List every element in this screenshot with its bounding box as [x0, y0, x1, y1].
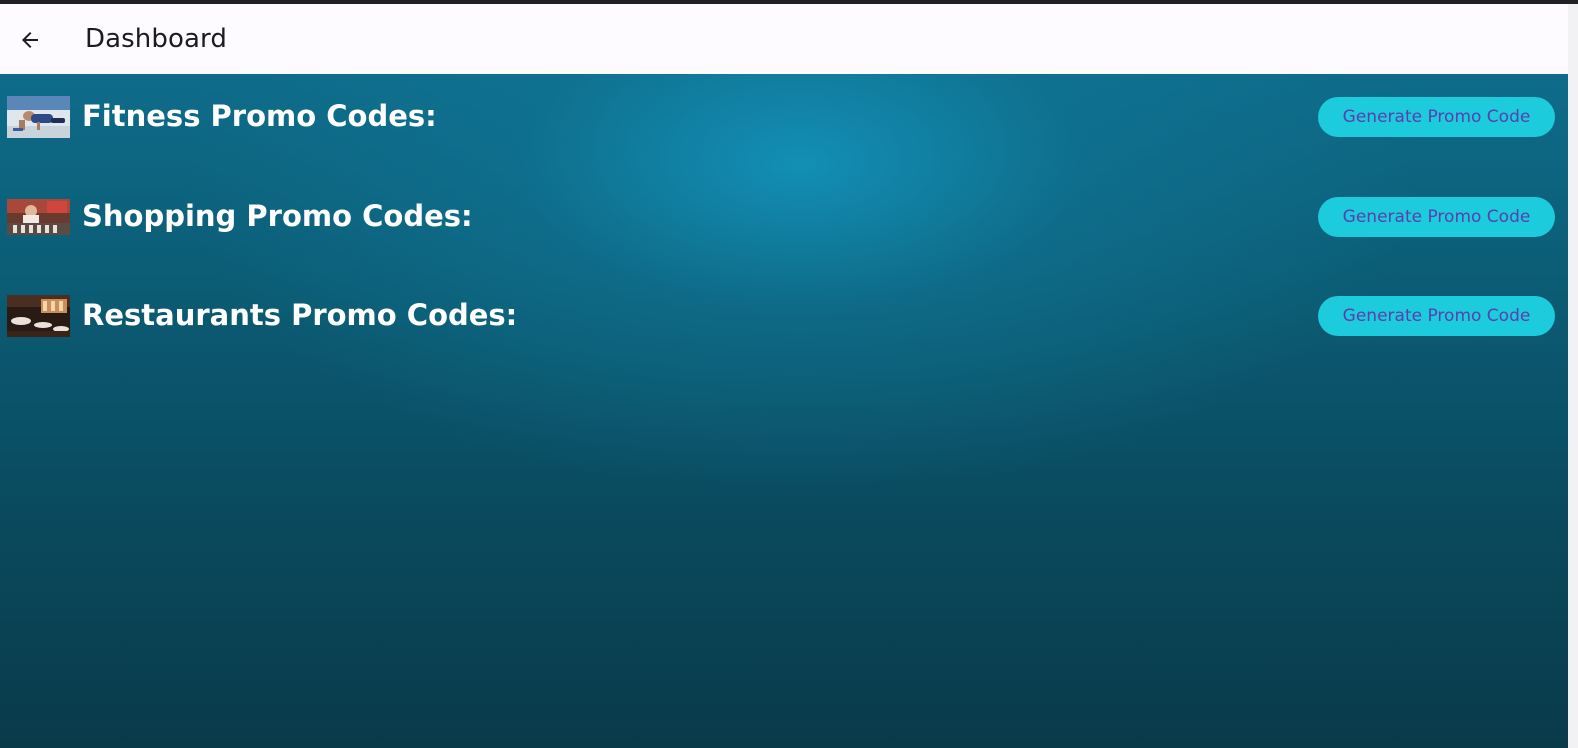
promo-row-restaurants: Restaurants Promo Codes: Generate Promo …: [0, 295, 1568, 339]
fitness-promo-label: Fitness Promo Codes:: [82, 99, 437, 133]
generate-shopping-promo-button[interactable]: Generate Promo Code: [1318, 197, 1555, 237]
generate-restaurants-promo-button[interactable]: Generate Promo Code: [1318, 296, 1555, 336]
promo-row-shopping: Shopping Promo Codes: Generate Promo Cod…: [0, 196, 1568, 240]
window-right-edge: [1568, 4, 1578, 748]
shopping-thumbnail: [7, 199, 70, 235]
fitness-thumbnail: [7, 96, 70, 138]
dashboard-content: Fitness Promo Codes: Generate Promo Code: [0, 74, 1568, 748]
restaurant-thumbnail: [7, 295, 70, 337]
page-title: Dashboard: [85, 24, 227, 54]
shopping-promo-label: Shopping Promo Codes:: [82, 199, 473, 233]
app-bar: Dashboard: [0, 4, 1568, 74]
promo-row-fitness: Fitness Promo Codes: Generate Promo Code: [0, 96, 1568, 140]
arrow-back-icon: [22, 32, 38, 48]
restaurants-promo-label: Restaurants Promo Codes:: [82, 298, 518, 332]
generate-fitness-promo-button[interactable]: Generate Promo Code: [1318, 97, 1555, 137]
app-window: Dashboard Fitness Promo Codes: Generate: [0, 0, 1578, 748]
back-button[interactable]: [10, 20, 50, 60]
